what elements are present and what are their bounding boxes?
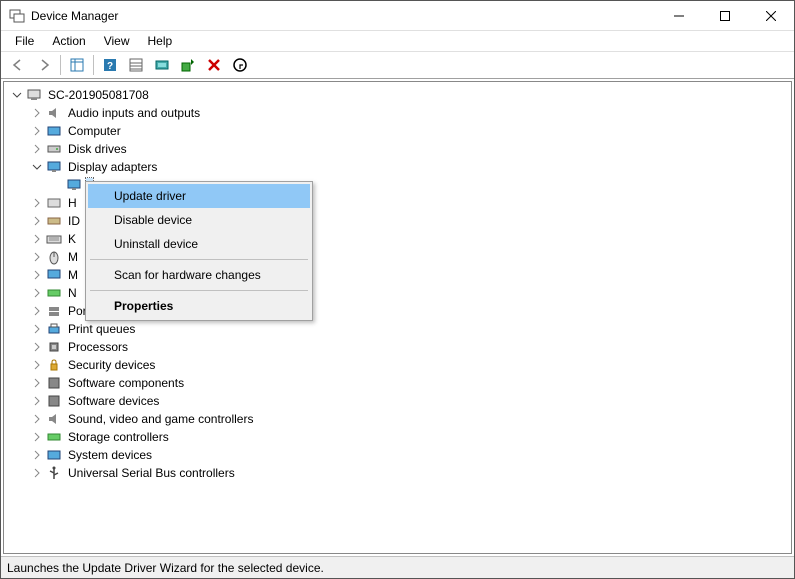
software-device-icon [46,393,62,409]
menu-help[interactable]: Help [140,32,181,50]
chevron-down-icon[interactable] [30,160,44,174]
chevron-right-icon[interactable] [30,322,44,336]
chevron-right-icon[interactable] [30,394,44,408]
disable-button[interactable] [228,53,252,77]
chevron-right-icon[interactable] [30,466,44,480]
tree-item-software-devices[interactable]: Software devices [30,392,791,410]
maximize-button[interactable] [702,1,748,31]
minimize-button[interactable] [656,1,702,31]
tree-item-sound[interactable]: Sound, video and game controllers [30,410,791,428]
tree-item-processors[interactable]: Processors [30,338,791,356]
chevron-right-icon[interactable] [30,124,44,138]
svg-text:?: ? [107,61,113,72]
scan-hardware-button[interactable] [150,53,174,77]
tree-item-display-adapters[interactable]: Display adapters [30,158,791,176]
chevron-right-icon[interactable] [30,358,44,372]
disk-icon [46,141,62,157]
chevron-right-icon[interactable] [30,250,44,264]
software-component-icon [46,375,62,391]
menu-action[interactable]: Action [44,32,93,50]
statusbar-text: Launches the Update Driver Wizard for th… [7,561,324,575]
tree-item-print-queues[interactable]: Print queues [30,320,791,338]
cpu-icon [46,339,62,355]
chevron-right-icon[interactable] [30,412,44,426]
storage-icon [46,429,62,445]
statusbar: Launches the Update Driver Wizard for th… [1,556,794,578]
context-scan-hardware[interactable]: Scan for hardware changes [88,263,310,287]
network-icon [46,285,62,301]
context-properties[interactable]: Properties [88,294,310,318]
app-icon [9,8,25,24]
back-button[interactable] [6,53,30,77]
hid-icon [46,195,62,211]
context-separator [90,290,308,291]
computer-icon [46,123,62,139]
uninstall-button[interactable] [202,53,226,77]
chevron-right-icon[interactable] [30,232,44,246]
tree-item-storage[interactable]: Storage controllers [30,428,791,446]
tree-item-computer[interactable]: Computer [30,122,791,140]
tree-item-security[interactable]: Security devices [30,356,791,374]
chevron-down-icon[interactable] [10,88,24,102]
tree-item-system[interactable]: System devices [30,446,791,464]
chevron-right-icon[interactable] [30,340,44,354]
chevron-right-icon[interactable] [30,106,44,120]
audio-icon [46,105,62,121]
tree-item-usb[interactable]: Universal Serial Bus controllers [30,464,791,482]
context-update-driver[interactable]: Update driver [88,184,310,208]
chevron-right-icon[interactable] [30,304,44,318]
chevron-right-icon[interactable] [30,286,44,300]
toolbar: ? [1,51,794,79]
computer-icon [26,87,42,103]
usb-icon [46,465,62,481]
properties-button[interactable] [124,53,148,77]
tree-item-software-components[interactable]: Software components [30,374,791,392]
chevron-right-icon[interactable] [30,142,44,156]
tree-item-disk-drives[interactable]: Disk drives [30,140,791,158]
show-hide-tree-button[interactable] [65,53,89,77]
chevron-right-icon[interactable] [30,430,44,444]
chevron-right-icon[interactable] [30,268,44,282]
printer-icon [46,321,62,337]
tree-item-audio[interactable]: Audio inputs and outputs [30,104,791,122]
menu-file[interactable]: File [7,32,42,50]
help-button[interactable]: ? [98,53,122,77]
update-driver-button[interactable] [176,53,200,77]
display-icon [66,177,82,193]
system-icon [46,447,62,463]
chevron-right-icon[interactable] [30,376,44,390]
port-icon [46,303,62,319]
forward-button[interactable] [32,53,56,77]
device-manager-window: Device Manager File Action View Help [0,0,795,579]
chevron-right-icon[interactable] [30,196,44,210]
context-uninstall-device[interactable]: Uninstall device [88,232,310,256]
context-separator [90,259,308,260]
mouse-icon [46,249,62,265]
security-icon [46,357,62,373]
window-title: Device Manager [31,9,118,23]
display-icon [46,159,62,175]
chevron-right-icon[interactable] [30,448,44,462]
close-button[interactable] [748,1,794,31]
tree-root[interactable]: SC-201905081708 [10,86,791,104]
menu-view[interactable]: View [96,32,138,50]
keyboard-icon [46,231,62,247]
chevron-right-icon[interactable] [30,214,44,228]
context-menu: Update driver Disable device Uninstall d… [85,181,313,321]
titlebar: Device Manager [1,1,794,31]
monitor-icon [46,267,62,283]
menubar: File Action View Help [1,31,794,51]
sound-icon [46,411,62,427]
root-label: SC-201905081708 [46,88,151,102]
ide-icon [46,213,62,229]
context-disable-device[interactable]: Disable device [88,208,310,232]
